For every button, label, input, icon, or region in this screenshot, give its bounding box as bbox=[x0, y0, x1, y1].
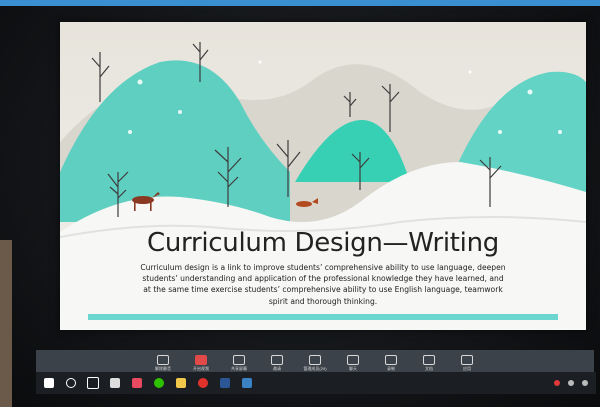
share-screen-icon bbox=[233, 355, 245, 365]
meeting-toolbar: 解除静音 开启视频 共享屏幕 邀请 管理成员(29) 聊天 录制 文档 应用 bbox=[36, 350, 594, 372]
chat-icon bbox=[347, 355, 359, 365]
wechat-icon bbox=[154, 378, 164, 388]
document-icon bbox=[423, 355, 435, 365]
background-wall bbox=[0, 240, 12, 407]
chat-button[interactable]: 聊天 bbox=[339, 355, 367, 372]
taskbar-app[interactable] bbox=[150, 374, 168, 392]
record-icon bbox=[385, 355, 397, 365]
record-button[interactable]: 录制 bbox=[377, 355, 405, 372]
search-icon bbox=[66, 378, 76, 388]
windows-start-button[interactable] bbox=[40, 374, 58, 392]
word-icon bbox=[220, 378, 230, 388]
taskbar-app[interactable] bbox=[172, 374, 190, 392]
task-view-button[interactable] bbox=[84, 374, 102, 392]
taskbar-app[interactable] bbox=[216, 374, 234, 392]
presentation-slide: Curriculum Design—Writing Curriculum des… bbox=[60, 22, 586, 330]
invite-icon bbox=[271, 355, 283, 365]
apps-icon bbox=[461, 355, 473, 365]
taskbar-app[interactable] bbox=[238, 374, 256, 392]
app-icon bbox=[242, 378, 252, 388]
apps-button[interactable]: 应用 bbox=[453, 355, 481, 372]
manage-participants-button[interactable]: 管理成员(29) bbox=[301, 355, 329, 372]
slide-accent-bar bbox=[88, 314, 558, 320]
taskbar-app[interactable] bbox=[194, 374, 212, 392]
volume-icon[interactable] bbox=[582, 380, 588, 386]
start-video-button[interactable]: 开启视频 bbox=[187, 355, 215, 372]
app-icon bbox=[110, 378, 120, 388]
app-icon bbox=[198, 378, 208, 388]
share-screen-button[interactable]: 共享屏幕 bbox=[225, 355, 253, 372]
document-button[interactable]: 文档 bbox=[415, 355, 443, 372]
participants-icon bbox=[309, 355, 321, 365]
windows-start-icon bbox=[44, 378, 54, 388]
unmute-button[interactable]: 解除静音 bbox=[149, 355, 177, 372]
system-tray bbox=[554, 380, 596, 386]
file-explorer-icon bbox=[176, 378, 186, 388]
task-view-icon bbox=[87, 377, 99, 389]
app-icon bbox=[132, 378, 142, 388]
network-icon[interactable] bbox=[568, 380, 574, 386]
windows-taskbar bbox=[36, 372, 596, 394]
taskbar-app[interactable] bbox=[128, 374, 146, 392]
microphone-icon bbox=[157, 355, 169, 365]
slide-title: Curriculum Design—Writing bbox=[147, 228, 499, 258]
search-button[interactable] bbox=[62, 374, 80, 392]
notification-icon[interactable] bbox=[554, 380, 560, 386]
camera-off-icon bbox=[195, 355, 207, 365]
slide-body-text: Curriculum design is a link to improve s… bbox=[140, 263, 506, 306]
taskbar-app[interactable] bbox=[106, 374, 124, 392]
invite-button[interactable]: 邀请 bbox=[263, 355, 291, 372]
